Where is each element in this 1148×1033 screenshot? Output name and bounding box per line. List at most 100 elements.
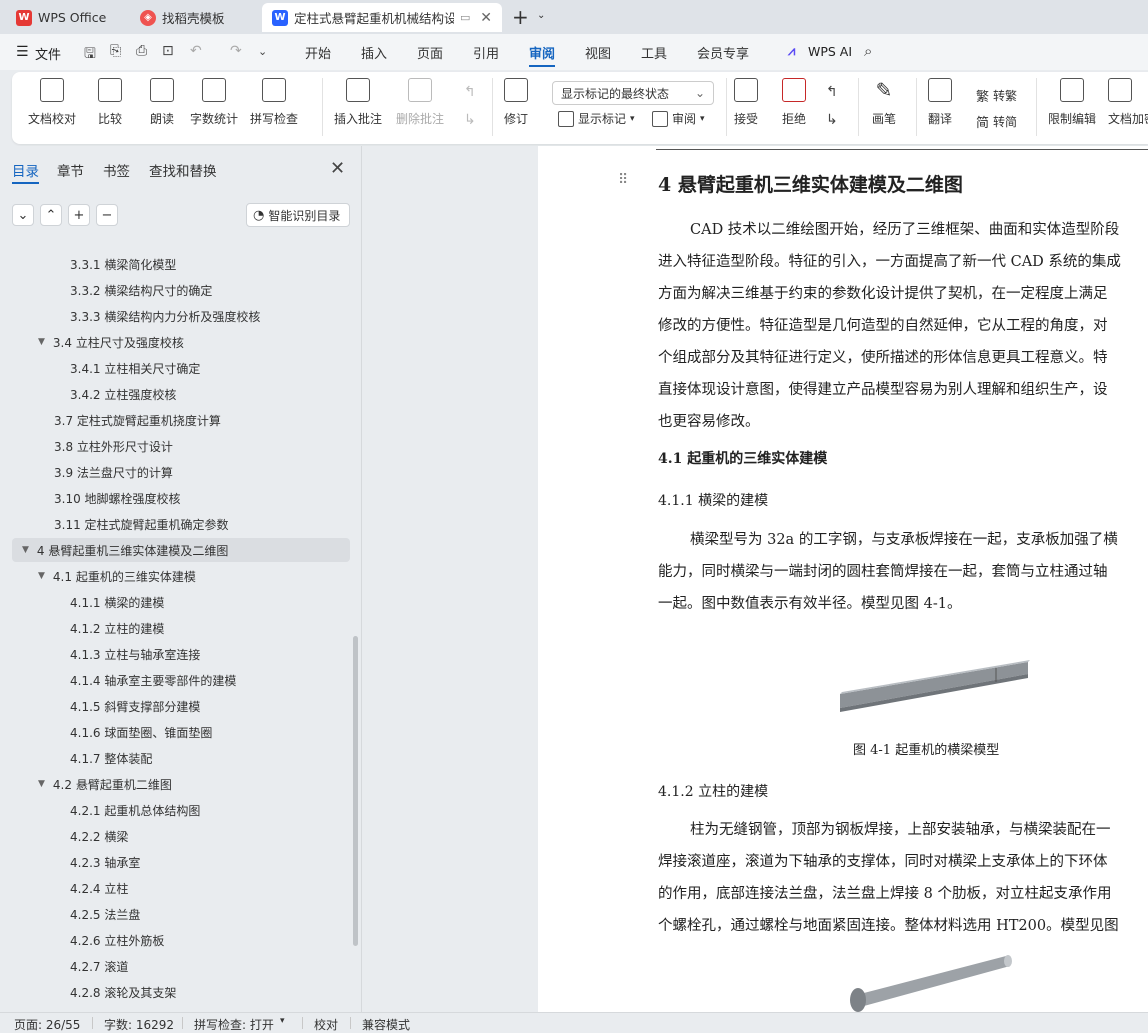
search-icon[interactable]: ⌕: [864, 42, 872, 60]
to-simplified-button[interactable]: 简转简: [976, 112, 1017, 131]
toc-item[interactable]: 4.1.2 立柱的建模: [0, 616, 340, 640]
wps-ai-button[interactable]: WPS AI: [808, 44, 852, 59]
pen-button[interactable]: ✎ 画笔: [872, 78, 896, 127]
collapse-up-button[interactable]: ⌃: [40, 204, 62, 226]
toc-item[interactable]: ▼ 4.2 悬臂起重机二维图: [0, 772, 340, 796]
toc-item[interactable]: 3.3.1 横梁简化模型: [0, 252, 340, 276]
close-icon[interactable]: ✕: [330, 158, 345, 179]
spell-check-status[interactable]: 拼写检查: 打开: [194, 1016, 274, 1033]
tab-toc[interactable]: 目录: [12, 160, 39, 184]
translate-button[interactable]: 翻译: [928, 78, 952, 127]
chevron-down-icon[interactable]: ▾: [280, 1016, 285, 1026]
toc-item[interactable]: 4.1.7 整体装配: [0, 746, 340, 770]
tab-find-replace[interactable]: 查找和替换: [149, 160, 217, 180]
prev-change-icon[interactable]: ↰: [826, 84, 838, 100]
page-indicator[interactable]: 页面: 26/55: [14, 1016, 80, 1033]
toc-scrollbar[interactable]: [353, 636, 358, 946]
close-icon[interactable]: ✕: [480, 10, 492, 26]
toc-item[interactable]: 4.2.6 立柱外筋板: [0, 928, 340, 952]
expand-arrow-icon[interactable]: ▼: [22, 545, 29, 555]
tab-wps-office[interactable]: W WPS Office: [6, 3, 122, 32]
toc-item[interactable]: 4.1.5 斜臂支撑部分建模: [0, 694, 340, 718]
hamburger-icon[interactable]: ☰: [16, 44, 29, 60]
window-icon[interactable]: ▭: [460, 11, 470, 24]
show-markup-button[interactable]: 显示标记 ▾: [558, 110, 635, 127]
toc-item[interactable]: 4.2.7 滚道: [0, 954, 340, 978]
toc-item[interactable]: 4.1.6 球面垫圈、锥面垫圈: [0, 720, 340, 744]
toc-item[interactable]: 3.3.3 横梁结构内力分析及强度校核: [0, 304, 340, 328]
read-aloud-button[interactable]: 朗读: [150, 78, 174, 127]
toc-item[interactable]: 4.1.3 立柱与轴承室连接: [0, 642, 340, 666]
encrypt-document-button[interactable]: 文档加密: [1108, 78, 1148, 127]
expand-arrow-icon[interactable]: ▼: [38, 571, 45, 581]
spell-check-button[interactable]: 拼写检查: [250, 78, 298, 127]
proofread-button[interactable]: 文档校对: [28, 78, 76, 127]
toc-item[interactable]: 3.9 法兰盘尺寸的计算: [0, 460, 340, 484]
restrict-editing-button[interactable]: 限制编辑: [1048, 78, 1096, 127]
tab-sections[interactable]: 章节: [57, 160, 84, 180]
markup-mode-select[interactable]: 显示标记的最终状态 ⌄: [552, 81, 714, 105]
tab-docer-templates[interactable]: ◈ 找稻壳模板: [130, 3, 256, 32]
proofread-status[interactable]: 校对: [314, 1016, 338, 1033]
status-bar: 页面: 26/55 字数: 16292 拼写检查: 打开 ▾ 校对 兼容模式: [0, 1012, 1148, 1032]
toc-item[interactable]: 3.4.2 立柱强度校核: [0, 382, 340, 406]
toc-item[interactable]: 3.11 定柱式旋臂起重机确定参数: [0, 512, 340, 536]
collapse-down-button[interactable]: ⌄: [12, 204, 34, 226]
expand-arrow-icon[interactable]: ▼: [38, 337, 45, 347]
menu-member[interactable]: 会员专享: [697, 34, 749, 70]
toc-item[interactable]: 4.1.1 横梁的建模: [0, 590, 340, 614]
chevron-down-icon[interactable]: ⌄: [537, 10, 545, 21]
menu-insert[interactable]: 插入: [361, 34, 387, 70]
toc-item[interactable]: 4.2.3 轴承室: [0, 850, 340, 874]
accept-button[interactable]: 接受: [734, 78, 758, 127]
undo-icon[interactable]: ↶: [190, 43, 202, 59]
prev-comment-icon[interactable]: ↰: [464, 84, 476, 100]
file-menu[interactable]: 文件: [35, 44, 61, 63]
toc-item[interactable]: 4.2.5 法兰盘: [0, 902, 340, 926]
toc-item[interactable]: 4.2.2 横梁: [0, 824, 340, 848]
next-change-icon[interactable]: ↳: [826, 112, 838, 128]
to-traditional-button[interactable]: 繁转繁: [976, 86, 1017, 105]
menu-review[interactable]: 审阅: [529, 34, 556, 70]
remove-level-button[interactable]: −: [96, 204, 118, 226]
print-preview-icon[interactable]: ⊡: [162, 43, 174, 59]
compare-button[interactable]: 比较: [98, 78, 122, 127]
tab-bookmarks[interactable]: 书签: [103, 160, 130, 180]
redo-icon[interactable]: ↷: [230, 43, 242, 59]
track-changes-button[interactable]: 修订: [504, 78, 528, 127]
menu-start[interactable]: 开始: [305, 34, 331, 70]
toc-item[interactable]: 3.8 立柱外形尺寸设计: [0, 434, 340, 458]
toc-item[interactable]: 4.2.8 滚轮及其支架: [0, 980, 340, 1004]
delete-comment-button[interactable]: 删除批注: [396, 78, 444, 127]
menu-references[interactable]: 引用: [473, 34, 499, 70]
word-count-button[interactable]: 字数统计: [190, 78, 238, 127]
menu-page[interactable]: 页面: [417, 34, 443, 70]
menu-view[interactable]: 视图: [585, 34, 611, 70]
toc-item[interactable]: 3.10 地脚螺栓强度校核: [0, 486, 340, 510]
drag-handle-icon[interactable]: ⠿: [618, 172, 628, 188]
toc-item[interactable]: ▼ 3.4 立柱尺寸及强度校核: [0, 330, 340, 354]
toc-item[interactable]: 3.4.1 立柱相关尺寸确定: [0, 356, 340, 380]
menu-tools[interactable]: 工具: [641, 34, 667, 70]
new-tab-icon[interactable]: +: [512, 5, 529, 29]
word-count[interactable]: 字数: 16292: [104, 1016, 174, 1033]
toc-item[interactable]: 3.7 定柱式旋臂起重机挠度计算: [0, 408, 340, 432]
next-comment-icon[interactable]: ↳: [464, 112, 476, 128]
export-icon[interactable]: ⎘: [110, 43, 121, 59]
print-icon[interactable]: ⎙: [136, 43, 147, 59]
smart-toc-button[interactable]: ◔ 智能识别目录: [246, 203, 350, 227]
review-pane-button[interactable]: 审阅 ▾: [652, 110, 705, 127]
toc-item[interactable]: 3.3.2 横梁结构尺寸的确定: [0, 278, 340, 302]
toc-item[interactable]: ▼ 4.1 起重机的三维实体建模: [0, 564, 340, 588]
reject-button[interactable]: 拒绝: [782, 78, 806, 127]
add-level-button[interactable]: +: [68, 204, 90, 226]
toc-item[interactable]: 4.2.1 起重机总体结构图: [0, 798, 340, 822]
expand-arrow-icon[interactable]: ▼: [38, 779, 45, 789]
save-icon[interactable]: 🖫: [84, 43, 96, 67]
tab-document[interactable]: W 定柱式悬臂起重机机械结构设计 ▭ ✕: [262, 3, 502, 32]
insert-comment-button[interactable]: 插入批注: [334, 78, 382, 127]
toc-item[interactable]: 4.1.4 轴承室主要零部件的建模: [0, 668, 340, 692]
toc-item[interactable]: ▼ 4 悬臂起重机三维实体建模及二维图: [12, 538, 350, 562]
more-chevron-icon[interactable]: ⌄: [258, 45, 267, 58]
toc-item[interactable]: 4.2.4 立柱: [0, 876, 340, 900]
